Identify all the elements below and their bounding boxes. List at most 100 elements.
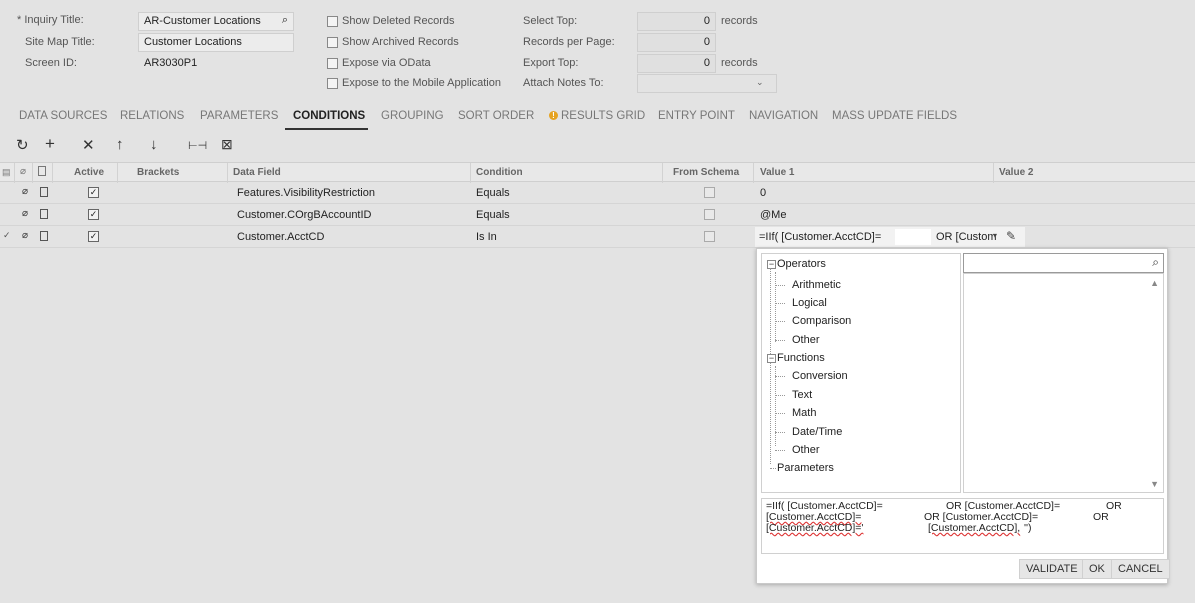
value1-text[interactable]: =IIf( [Customer.AcctCD]= — [759, 231, 881, 243]
tab-entry-point[interactable]: ENTRY POINT — [658, 110, 735, 122]
ok-button[interactable]: OK — [1082, 559, 1112, 579]
from-schema-checkbox[interactable] — [704, 209, 715, 220]
select-top-field[interactable]: 0 — [637, 12, 716, 31]
col-from-schema[interactable]: From Schema — [673, 167, 739, 178]
tree-item-math[interactable]: Math — [792, 407, 816, 419]
collapse-operators-icon[interactable]: − — [767, 260, 776, 269]
delete-row-icon[interactable]: ✕ — [82, 136, 95, 154]
show-deleted-checkbox[interactable]: Show Deleted Records — [327, 15, 455, 27]
current-row-indicator-icon: ✓ — [3, 230, 11, 240]
tab-results-grid[interactable]: RESULTS GRID — [561, 110, 645, 122]
condition-cell[interactable]: Equals — [476, 187, 510, 199]
col-value1[interactable]: Value 1 — [760, 167, 794, 178]
table-row[interactable]: ✓ ⌀ ✓ Customer.AcctCD Is In =IIf( [Custo… — [0, 226, 1195, 248]
records-per-page-field[interactable]: 0 — [637, 33, 716, 52]
expose-odata-label: Expose via OData — [342, 57, 431, 69]
search-icon[interactable]: ⌕ — [1152, 255, 1159, 270]
col-value2[interactable]: Value 2 — [999, 167, 1033, 178]
tree-item-conversion[interactable]: Conversion — [792, 370, 848, 382]
data-field-cell[interactable]: Customer.COrgBAccountID — [237, 209, 372, 221]
value1-cell[interactable]: @Me — [760, 209, 786, 221]
tree-item-other-operators[interactable]: Other — [792, 334, 820, 346]
dropdown-caret-icon[interactable]: ▾ — [993, 231, 997, 240]
screen-id-field: AR3030P1 — [138, 54, 294, 73]
col-condition[interactable]: Condition — [476, 167, 523, 178]
tab-mass-update-fields[interactable]: MASS UPDATE FIELDS — [832, 110, 957, 122]
validate-button[interactable]: VALIDATE — [1019, 559, 1085, 579]
expose-mobile-checkbox[interactable]: Expose to the Mobile Application — [327, 77, 501, 89]
function-search-input[interactable]: ⌕ — [963, 253, 1164, 273]
value1-editor[interactable]: =IIf( [Customer.AcctCD]= OR [Custom ▾ ✎ — [755, 227, 1025, 247]
tab-data-sources[interactable]: DATA SOURCES — [19, 110, 107, 122]
checkbox-box[interactable] — [327, 15, 338, 27]
show-archived-checkbox[interactable]: Show Archived Records — [327, 36, 459, 48]
value1-cell[interactable]: 0 — [760, 187, 766, 199]
tree-item-operators[interactable]: Operators — [777, 258, 826, 270]
tab-sort-order[interactable]: SORT ORDER — [458, 110, 534, 122]
tab-navigation[interactable]: NAVIGATION — [749, 110, 818, 122]
condition-cell[interactable]: Is In — [476, 231, 497, 243]
note-icon[interactable] — [40, 187, 48, 197]
active-checkbox[interactable]: ✓ — [88, 187, 99, 198]
tab-parameters[interactable]: PARAMETERS — [200, 110, 278, 122]
site-map-title-label: Site Map Title: — [25, 36, 95, 48]
active-checkbox[interactable]: ✓ — [88, 231, 99, 242]
scroll-up-icon[interactable]: ▲ — [1150, 278, 1159, 288]
inquiry-title-field[interactable]: AR-Customer Locations ⌕ — [138, 12, 294, 31]
edit-pencil-icon[interactable]: ✎ — [1006, 229, 1016, 243]
table-row[interactable]: ⌀ ✓ Customer.COrgBAccountID Equals @Me — [0, 204, 1195, 226]
formula-text: [Customer.AcctCD]=' — [766, 522, 864, 534]
refresh-icon[interactable]: ↻ — [16, 136, 29, 154]
add-row-icon[interactable]: + — [45, 134, 55, 154]
arrow-down-icon[interactable]: ↓ — [150, 136, 158, 153]
tree-item-datetime[interactable]: Date/Time — [792, 426, 842, 438]
tree-item-comparison[interactable]: Comparison — [792, 315, 851, 327]
attachment-icon[interactable]: ⌀ — [22, 230, 28, 241]
function-list[interactable]: ▲ ▼ — [963, 273, 1164, 493]
expose-odata-checkbox[interactable]: Expose via OData — [327, 57, 431, 69]
formula-textarea[interactable]: =IIf( [Customer.AcctCD]= OR [Customer.Ac… — [761, 498, 1164, 554]
tree-item-text[interactable]: Text — [792, 389, 812, 401]
fit-columns-icon[interactable]: ⊢⊣ — [188, 139, 207, 152]
col-data-field[interactable]: Data Field — [233, 167, 281, 178]
note-icon[interactable] — [40, 209, 48, 219]
tab-bar: DATA SOURCES RELATIONS PARAMETERS CONDIT… — [0, 108, 1195, 130]
checkbox-box[interactable] — [327, 77, 338, 89]
warning-icon: ! — [549, 111, 558, 120]
col-active[interactable]: Active — [74, 167, 104, 178]
chevron-down-icon[interactable]: ⌄ — [756, 77, 764, 88]
tree-item-logical[interactable]: Logical — [792, 297, 827, 309]
tab-conditions[interactable]: CONDITIONS — [293, 110, 365, 122]
attachment-icon[interactable]: ⌀ — [22, 186, 28, 197]
table-row[interactable]: ⌀ ✓ Features.VisibilityRestriction Equal… — [0, 182, 1195, 204]
attach-notes-label: Attach Notes To: — [523, 77, 604, 89]
active-checkbox[interactable]: ✓ — [88, 209, 99, 220]
tree-item-parameters[interactable]: Parameters — [777, 462, 834, 474]
checkbox-box[interactable] — [327, 57, 338, 69]
tab-relations[interactable]: RELATIONS — [120, 110, 184, 122]
tree-item-arithmetic[interactable]: Arithmetic — [792, 279, 841, 291]
checkbox-box[interactable] — [327, 36, 338, 48]
tab-grouping[interactable]: GROUPING — [381, 110, 444, 122]
collapse-functions-icon[interactable]: − — [767, 354, 776, 363]
data-field-cell[interactable]: Features.VisibilityRestriction — [237, 187, 375, 199]
cancel-button[interactable]: CANCEL — [1111, 559, 1170, 579]
attachment-icon[interactable]: ⌀ — [22, 208, 28, 219]
export-top-field[interactable]: 0 — [637, 54, 716, 73]
value1-tail-text[interactable]: OR [Custom — [936, 231, 997, 243]
scroll-down-icon[interactable]: ▼ — [1150, 479, 1159, 489]
condition-cell[interactable]: Equals — [476, 209, 510, 221]
tree-item-other-functions[interactable]: Other — [792, 444, 820, 456]
attach-notes-select[interactable]: ⌄ — [637, 74, 777, 93]
from-schema-checkbox[interactable] — [704, 187, 715, 198]
arrow-up-icon[interactable]: ↑ — [116, 136, 124, 153]
search-icon[interactable]: ⌕ — [282, 14, 288, 27]
note-icon[interactable] — [40, 231, 48, 241]
from-schema-checkbox[interactable] — [704, 231, 715, 242]
site-map-title-field[interactable]: Customer Locations — [138, 33, 294, 52]
col-brackets[interactable]: Brackets — [137, 167, 179, 178]
tree-item-functions[interactable]: Functions — [777, 352, 825, 364]
data-field-cell[interactable]: Customer.AcctCD — [237, 231, 324, 243]
attachment-icon: ⌀ — [20, 166, 27, 177]
export-excel-icon[interactable]: ⊠ — [221, 136, 233, 153]
